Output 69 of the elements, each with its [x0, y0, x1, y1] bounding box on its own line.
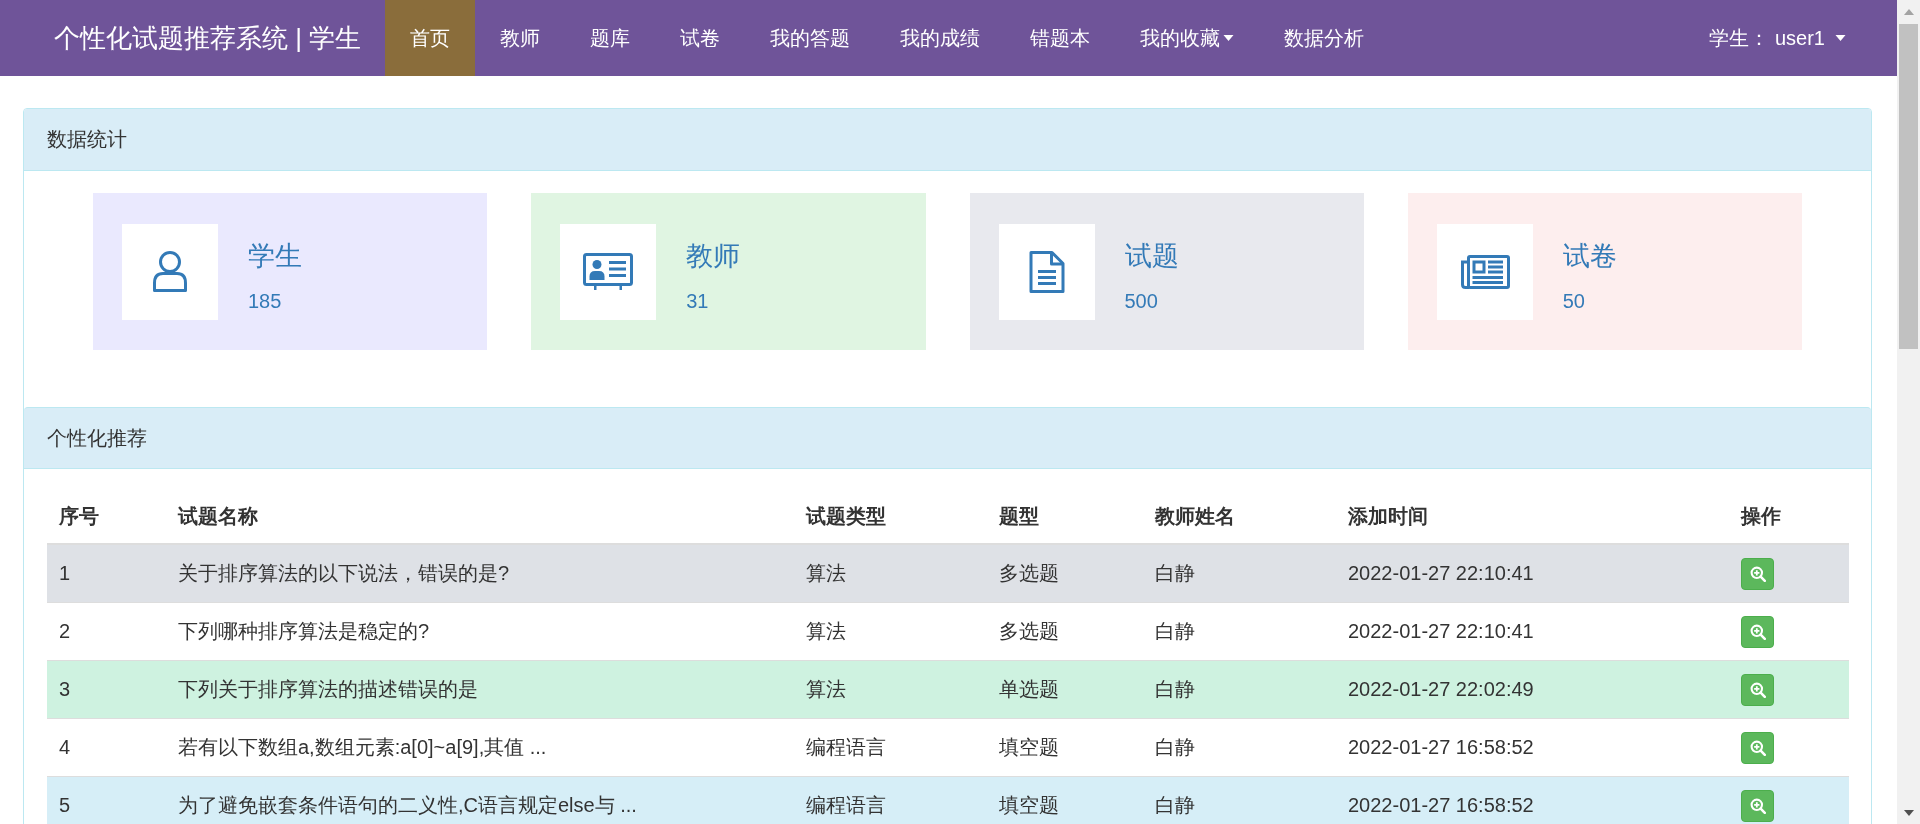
nav-item[interactable]: 试卷	[655, 0, 746, 76]
view-button[interactable]	[1741, 557, 1774, 590]
nav-item[interactable]: 数据分析	[1259, 0, 1390, 76]
table-cell: 算法	[794, 660, 987, 719]
table-cell: 编程语言	[794, 718, 987, 777]
table-cell: 4	[47, 718, 166, 777]
table-cell: 填空题	[987, 776, 1143, 824]
nav-item[interactable]: 题库	[565, 0, 656, 76]
brand-title[interactable]: 个性化试题推荐系统 | 学生	[54, 0, 362, 76]
table-cell: 2	[47, 602, 166, 661]
section-heading: 个性化推荐	[24, 407, 1871, 469]
table-cell: 算法	[794, 544, 987, 603]
table-cell: 填空题	[987, 718, 1143, 777]
nav-item[interactable]: 我的收藏	[1115, 0, 1260, 76]
scroll-up-arrow-icon[interactable]	[1903, 9, 1914, 15]
stat-count: 185	[248, 289, 282, 313]
zoom-in-icon	[1749, 623, 1766, 640]
nav-item[interactable]: 我的答题	[745, 0, 876, 76]
table-cell: 为了避免嵌套条件语句的二义性,C语言规定else与 ...	[166, 776, 794, 824]
stat-count: 50	[1562, 289, 1585, 313]
stat-label: 试卷	[1562, 240, 1617, 272]
view-button[interactable]	[1741, 789, 1774, 822]
table-cell: 单选题	[987, 660, 1143, 719]
person-icon	[122, 223, 218, 320]
table-cell: 3	[47, 660, 166, 719]
newspaper-icon	[1436, 223, 1533, 320]
view-button[interactable]	[1741, 731, 1774, 764]
table-cell: 白静	[1143, 660, 1336, 719]
table-cell: 5	[47, 776, 166, 824]
table-cell: 多选题	[987, 602, 1143, 661]
table-cell: 1	[47, 544, 166, 603]
nav-item[interactable]: 错题本	[1005, 0, 1116, 76]
table-cell: 2022-01-27 16:58:52	[1336, 718, 1729, 777]
view-button[interactable]	[1741, 615, 1774, 648]
table-cell: 白静	[1143, 776, 1336, 824]
nav-item[interactable]: 首页	[385, 0, 476, 76]
zoom-in-icon	[1749, 681, 1766, 698]
zoom-in-icon	[1749, 797, 1766, 814]
nav-item[interactable]: 教师	[475, 0, 566, 76]
view-button[interactable]	[1741, 673, 1774, 706]
table-cell: 编程语言	[794, 776, 987, 824]
scroll-down-arrow-icon[interactable]	[1903, 810, 1914, 816]
user-menu[interactable]: 学生： user1	[1709, 0, 1846, 76]
scrollbar-thumb[interactable]	[1899, 24, 1918, 349]
table-cell: 2022-01-27 22:10:41	[1336, 602, 1729, 661]
table-cell: 白静	[1143, 544, 1336, 603]
stat-count: 31	[686, 289, 709, 313]
table-cell: 关于排序算法的以下说法，错误的是?	[166, 544, 794, 603]
stat-count: 500	[1124, 289, 1158, 313]
table-cell: 白静	[1143, 602, 1336, 661]
table-cell: 下列哪种排序算法是稳定的?	[166, 602, 794, 661]
section-heading: 数据统计	[24, 109, 1871, 171]
table-cell: 多选题	[987, 544, 1143, 603]
table-cell: 下列关于排序算法的描述错误的是	[166, 660, 794, 719]
id-card-icon	[560, 223, 657, 320]
zoom-in-icon	[1749, 739, 1766, 756]
nav-item[interactable]: 我的成绩	[875, 0, 1006, 76]
table-cell: 2022-01-27 22:02:49	[1336, 660, 1729, 719]
table-cell: 若有以下数组a,数组元素:a[0]~a[9],其值 ...	[166, 718, 794, 777]
table-cell: 2022-01-27 22:10:41	[1336, 544, 1729, 603]
table-cell: 白静	[1143, 718, 1336, 777]
scrollbar-track[interactable]	[1897, 0, 1920, 824]
table-cell: 2022-01-27 16:58:52	[1336, 776, 1729, 824]
stat-label: 试题	[1124, 240, 1179, 272]
stat-label: 学生	[248, 240, 302, 272]
document-icon	[998, 223, 1095, 320]
zoom-in-icon	[1749, 565, 1766, 582]
stat-label: 教师	[686, 240, 741, 272]
table-cell: 算法	[794, 602, 987, 661]
